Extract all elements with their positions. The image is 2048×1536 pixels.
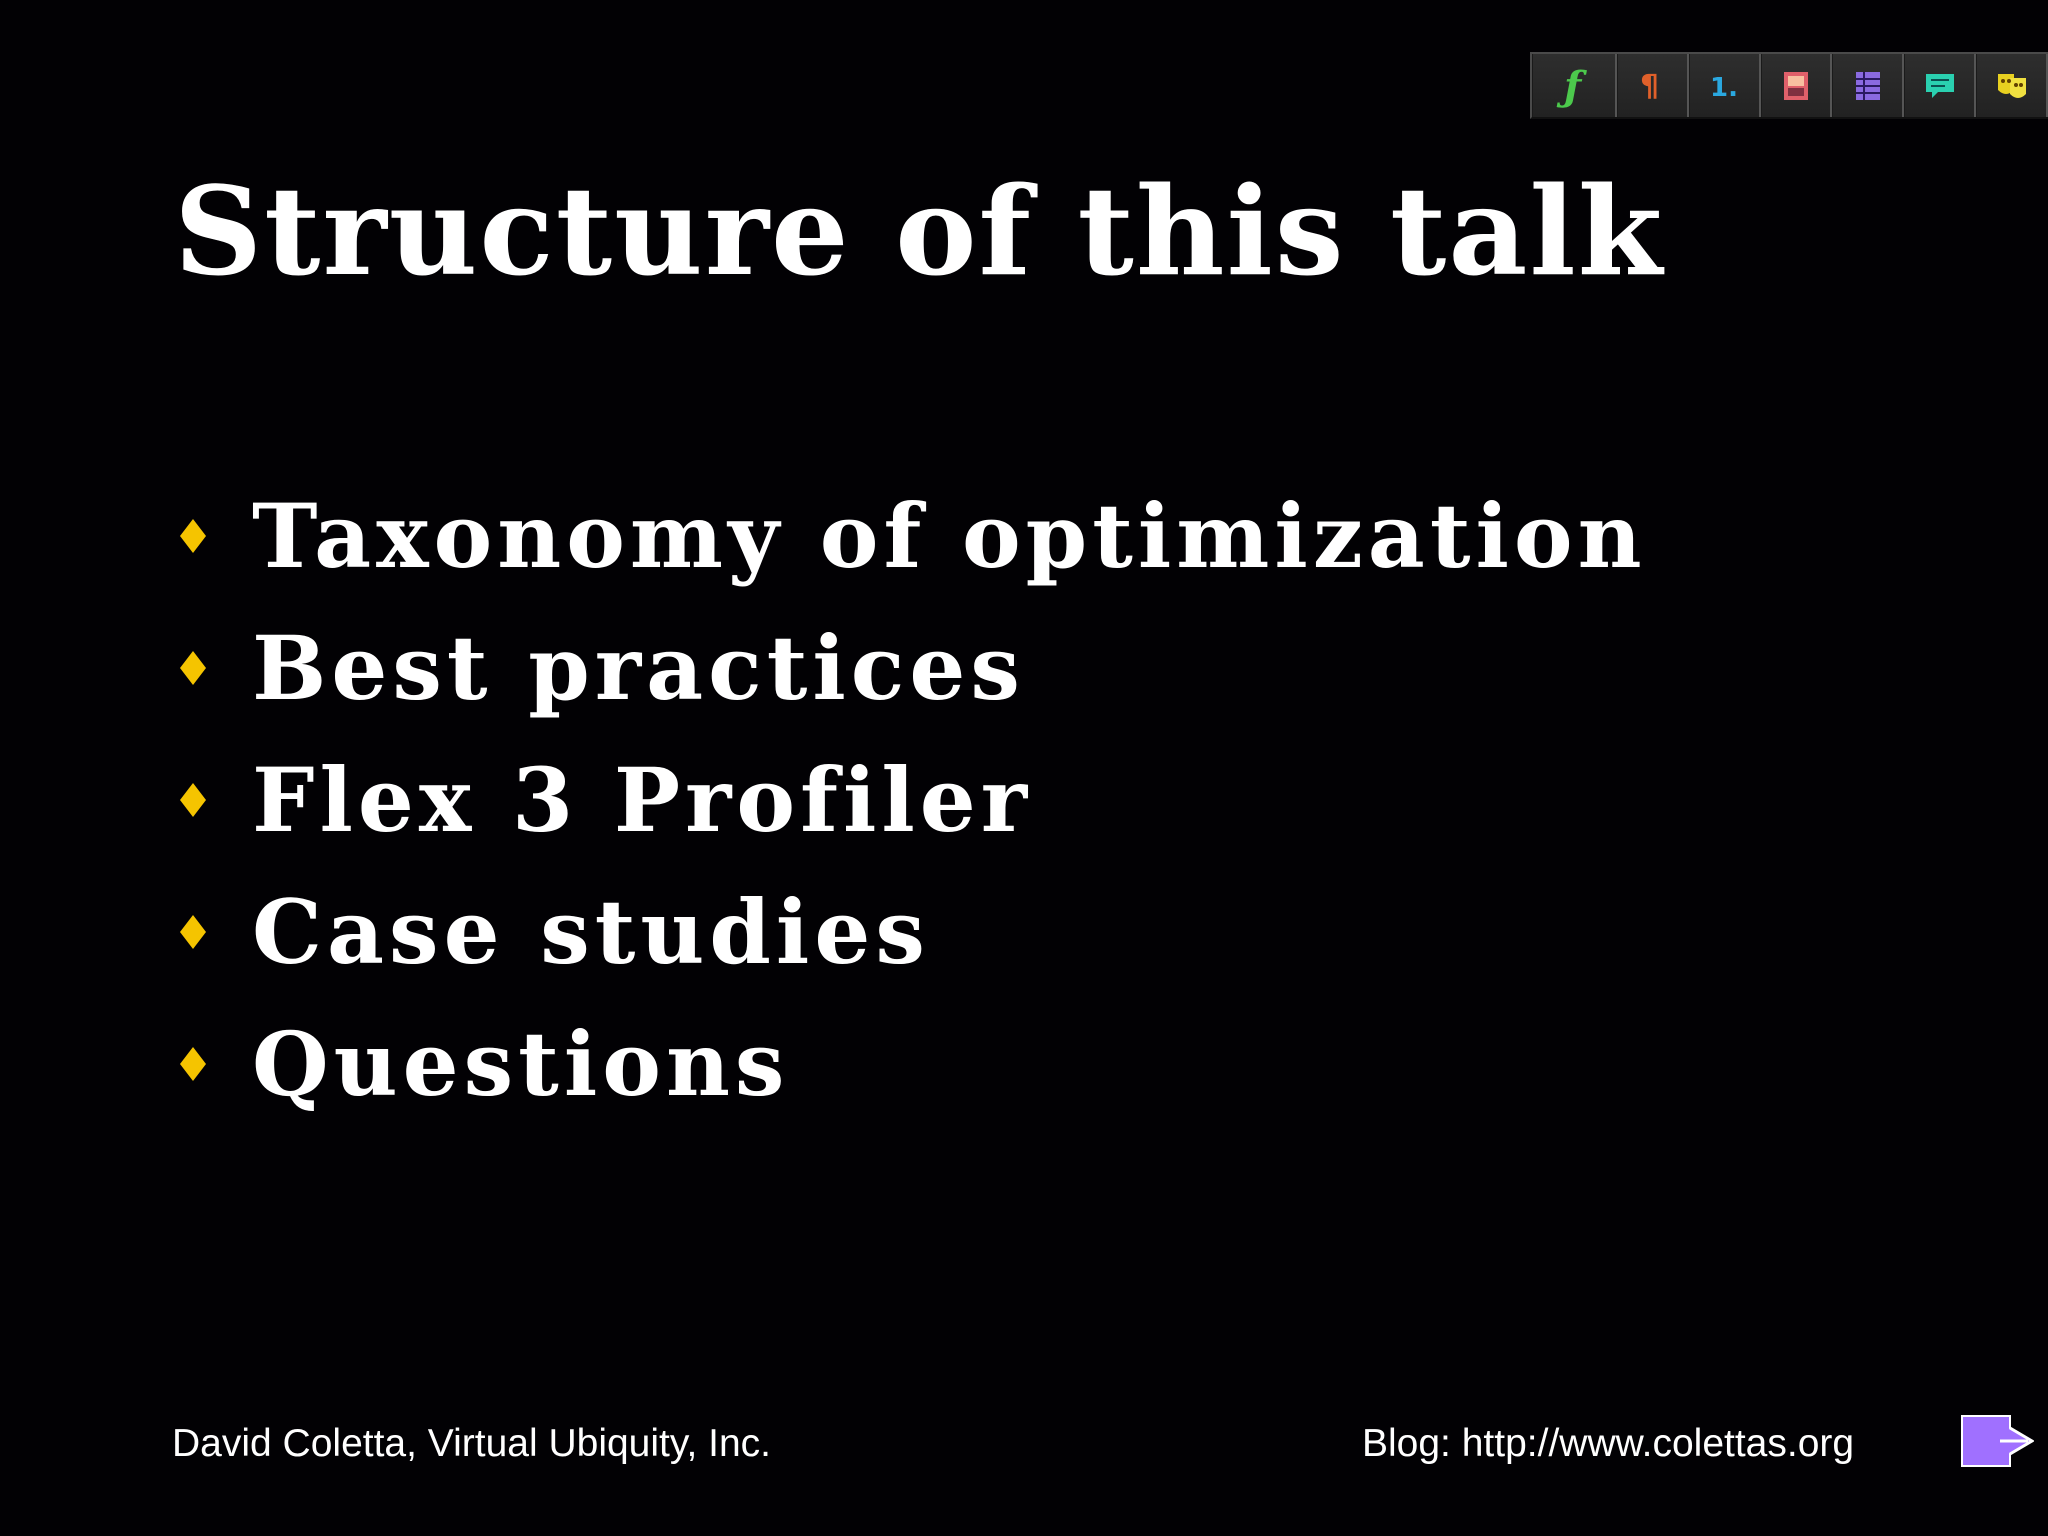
- diamond-bullet-icon: [176, 783, 252, 817]
- masks-button[interactable]: [1976, 54, 2048, 117]
- comment-button[interactable]: [1904, 54, 1977, 117]
- diamond-bullet-icon: [176, 1047, 252, 1081]
- footer-blog-link[interactable]: Blog: http://www.colettas.org: [1362, 1424, 1854, 1463]
- numbered-list-button[interactable]: 1.: [1688, 54, 1761, 117]
- footer-author: David Coletta, Virtual Ubiquity, Inc.: [172, 1422, 771, 1465]
- comment-icon: [1925, 73, 1954, 98]
- next-slide-arrow-icon[interactable]: [1960, 1414, 2034, 1468]
- image-button[interactable]: [1760, 54, 1833, 117]
- table-button[interactable]: [1832, 54, 1905, 117]
- svg-text:1.: 1.: [1710, 73, 1738, 103]
- list-item: Questions: [176, 998, 1647, 1130]
- insert-toolbar: ƒ ¶ 1.: [1530, 52, 2048, 119]
- paragraph-icon: ¶: [1640, 69, 1659, 104]
- bullet-text: Flex 3 Profiler: [252, 748, 1033, 852]
- diamond-bullet-icon: [176, 651, 252, 685]
- list-item: Best practices: [176, 602, 1647, 734]
- slide-title: Structure of this talk: [174, 159, 1665, 303]
- list-item: Flex 3 Profiler: [176, 734, 1647, 866]
- diamond-bullet-icon: [176, 519, 252, 553]
- function-button[interactable]: ƒ: [1532, 54, 1617, 117]
- diamond-bullet-icon: [176, 915, 252, 949]
- list-item: Case studies: [176, 866, 1647, 998]
- bullet-text: Questions: [252, 1012, 790, 1116]
- numbered-list-icon: 1.: [1710, 73, 1738, 103]
- bullet-list: Taxonomy of optimization Best practices …: [176, 470, 1647, 1130]
- bullet-text: Best practices: [252, 616, 1025, 720]
- theater-masks-icon: [1997, 73, 2026, 98]
- paragraph-button[interactable]: ¶: [1616, 54, 1689, 117]
- bullet-text: Case studies: [252, 880, 930, 984]
- function-icon: ƒ: [1556, 64, 1587, 108]
- list-item: Taxonomy of optimization: [176, 470, 1647, 602]
- image-icon: [1783, 71, 1808, 100]
- table-icon: [1855, 71, 1880, 100]
- svg-text:¶: ¶: [1640, 69, 1659, 104]
- svg-text:ƒ: ƒ: [1556, 64, 1587, 108]
- bullet-text: Taxonomy of optimization: [252, 484, 1647, 588]
